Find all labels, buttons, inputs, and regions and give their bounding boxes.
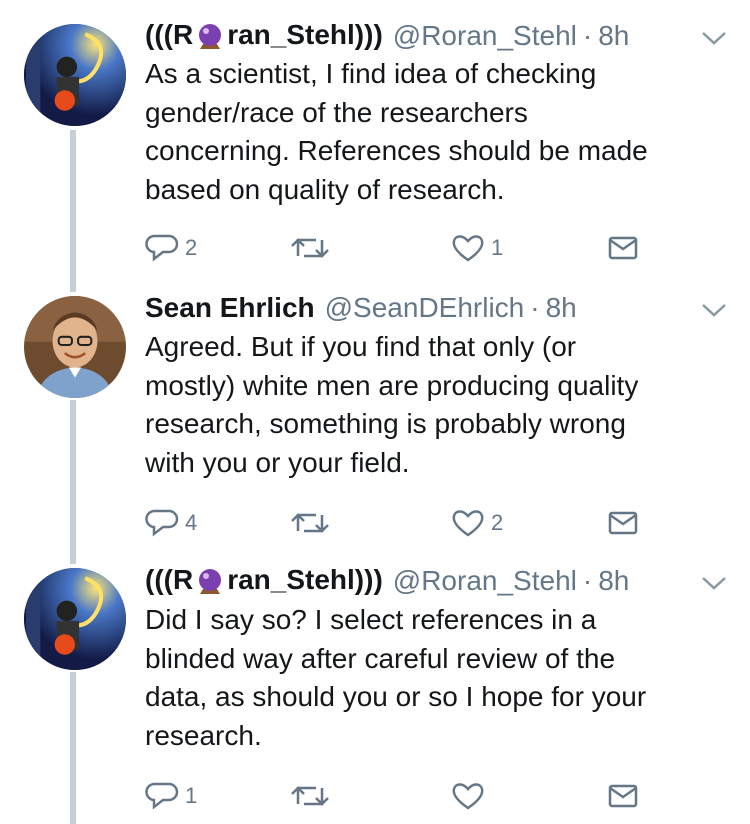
thread-line [70,672,76,824]
tweet-text: Agreed. But if you find that only (or mo… [145,328,735,482]
reply-icon [145,509,179,537]
tweet-header: (((R ran_Stehl))) @Roran_Stehl · 8h [145,16,629,56]
like-count: 1 [491,235,504,260]
envelope-icon [608,236,638,260]
heart-icon [452,783,484,810]
heart-icon [452,510,484,537]
user-handle[interactable]: @Roran_Stehl [393,565,577,597]
tweet-actions: 1 [145,776,645,816]
user-handle[interactable]: @SeanDEhrlich [325,292,525,324]
tweet-text-line: blinded way after careful review of the [145,642,616,674]
like-button[interactable]: 2 [451,503,503,543]
envelope-icon [608,511,638,535]
tweet-text-line: research, something is probably wrong [145,408,626,439]
retweet-button[interactable] [290,776,336,816]
avatar[interactable] [24,24,126,126]
chevron-down-icon[interactable] [700,300,728,320]
tweet-text-line: Did I say so? I select references in a [145,604,597,635]
like-count: 2 [491,510,504,535]
tweet-text-line: Agreed. But if you find that only (or [145,331,577,362]
reply-button[interactable]: 4 [145,503,197,543]
tweet-actions: 2 1 [145,228,645,268]
display-name[interactable]: Sean Ehrlich [145,292,315,324]
reply-count: 4 [185,510,198,535]
reply-count: 1 [185,783,198,808]
thread-line [70,400,76,564]
crystal-ball-icon [199,568,222,594]
retweet-icon [291,238,329,258]
reply-icon [145,782,179,810]
timestamp[interactable]: 8h [546,292,577,324]
crystal-ball-icon [199,23,222,49]
heart-icon [452,235,484,262]
tweet-text-line: concerning. References should be made [145,135,648,166]
tweet-actions: 4 2 [145,503,645,543]
tweet-text-line: As a scientist, I find idea of checking [145,58,597,89]
retweet-button[interactable] [290,503,336,543]
avatar-image [24,24,126,126]
timestamp[interactable]: 8h [598,20,629,52]
tweet-text-line: based on quality of research. [145,173,505,205]
tweet-text-line: gender/race of the researchers [145,96,528,128]
display-name[interactable]: (((R ran_Stehl))) [145,564,383,598]
avatar-image [24,296,126,398]
display-name[interactable]: (((R ran_Stehl))) [145,19,383,53]
chevron-down-icon[interactable] [700,573,728,593]
tweet-text-line: with you or your field. [145,446,410,478]
direct-message-button[interactable] [607,503,639,543]
tweet-header: Sean Ehrlich @SeanDEhrlich · 8h [145,288,577,328]
chevron-down-icon[interactable] [700,28,728,48]
separator-dot: · [582,20,593,51]
reply-button[interactable]: 1 [145,776,197,816]
direct-message-button[interactable] [607,228,639,268]
reply-button[interactable]: 2 [145,228,197,268]
tweet-text-line: research. [145,719,262,751]
envelope-icon [608,784,638,808]
direct-message-button[interactable] [607,776,639,816]
avatar[interactable] [24,568,126,670]
reply-icon [145,234,179,262]
tweet-text: Did I say so? I select references in a b… [145,601,735,755]
thread-line [70,130,76,292]
avatar[interactable] [24,296,126,398]
timestamp[interactable]: 8h [598,565,629,597]
tweet-header: (((R ran_Stehl))) @Roran_Stehl · 8h [145,561,629,601]
like-button[interactable] [451,776,491,816]
tweet-text: As a scientist, I find idea of checking … [145,55,735,209]
retweet-icon [291,786,329,806]
separator-dot: · [582,565,593,596]
user-handle[interactable]: @Roran_Stehl [393,20,577,52]
separator-dot: · [530,292,540,323]
retweet-icon [291,513,329,533]
like-button[interactable]: 1 [451,228,503,268]
tweet-text-line: mostly) white men are producing quality [145,369,639,401]
retweet-button[interactable] [290,228,336,268]
tweet-text-line: data, as should you or so I hope for you… [145,681,647,712]
avatar-image [24,568,126,670]
reply-count: 2 [185,235,198,260]
